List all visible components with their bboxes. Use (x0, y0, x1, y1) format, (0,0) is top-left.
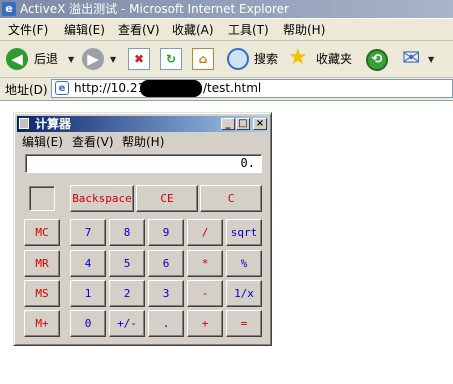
back-button[interactable]: ◀ 后退 ▼ (4, 47, 78, 71)
home-icon[interactable]: ⌂ (192, 48, 214, 70)
favorites-label: 收藏夹 (316, 52, 353, 66)
calculator-window: 计算器 _ □ × 编辑(E) 查看(V) 帮助(H) 0. Backspace… (13, 112, 272, 346)
key-percent[interactable]: % (226, 250, 262, 277)
history-icon[interactable]: ⟲ (366, 49, 388, 71)
address-label: 地址(D) (5, 83, 48, 97)
forward-button[interactable]: ▶ ▼ (80, 47, 120, 71)
key-7[interactable]: 7 (70, 219, 106, 246)
mail-dropdown-icon[interactable]: ▼ (428, 55, 434, 64)
key-sqrt[interactable]: sqrt (226, 219, 262, 246)
key-reciprocal[interactable]: 1/x (226, 280, 262, 307)
key-negate[interactable]: +/- (109, 310, 145, 337)
key-equals[interactable]: = (226, 310, 262, 337)
address-input[interactable]: e http://10.21 /test.html (51, 79, 453, 98)
calc-menu-view[interactable]: 查看(V) (72, 135, 114, 149)
key-subtract[interactable]: - (187, 280, 223, 307)
back-arrow-icon: ◀ (6, 48, 28, 70)
backspace-button[interactable]: Backspace (70, 185, 134, 212)
key-1[interactable]: 1 (70, 280, 106, 307)
address-bar: 地址(D) e http://10.21 /test.html (0, 78, 453, 101)
memory-add-button[interactable]: M+ (24, 310, 60, 337)
search-label: 搜索 (254, 52, 279, 66)
key-5[interactable]: 5 (109, 250, 145, 277)
memory-clear-button[interactable]: MC (24, 219, 60, 246)
forward-dropdown-icon[interactable]: ▼ (110, 55, 116, 64)
forward-arrow-icon: ▶ (82, 48, 104, 70)
mail-icon: ✉ (402, 46, 421, 71)
menubar: 文件(F) 编辑(E) 查看(V) 收藏(A) 工具(T) 帮助(H) (0, 19, 453, 41)
menu-view[interactable]: 查看(V) (118, 22, 160, 38)
search-magnifier-icon (227, 48, 249, 70)
key-decimal[interactable]: . (148, 310, 184, 337)
key-4[interactable]: 4 (70, 250, 106, 277)
menu-tools[interactable]: 工具(T) (228, 22, 269, 38)
window-titlebar: e ActiveX 溢出测试 - Microsoft Internet Expl… (0, 0, 453, 18)
refresh-icon[interactable]: ↻ (160, 48, 182, 70)
maximize-button[interactable]: □ (236, 118, 250, 130)
key-9[interactable]: 9 (148, 219, 184, 246)
key-8[interactable]: 8 (109, 219, 145, 246)
minimize-button[interactable]: _ (221, 118, 235, 130)
page-icon: e (55, 81, 69, 95)
c-button[interactable]: C (200, 185, 262, 212)
address-redaction (140, 80, 202, 97)
address-url-end: /test.html (203, 81, 262, 95)
menu-edit[interactable]: 编辑(E) (64, 22, 105, 38)
window-title: ActiveX 溢出测试 - Microsoft Internet Explor… (20, 2, 289, 16)
address-url-start: http://10.21 (74, 81, 146, 95)
key-2[interactable]: 2 (109, 280, 145, 307)
menu-file[interactable]: 文件(F) (8, 22, 48, 38)
key-divide[interactable]: / (187, 219, 223, 246)
favorites-button[interactable]: ★ 收藏夹 (288, 45, 358, 71)
favorites-star-icon: ★ (288, 45, 308, 70)
memory-store-button[interactable]: MS (24, 280, 60, 307)
key-0[interactable]: 0 (70, 310, 106, 337)
stop-icon[interactable]: ✖ (128, 48, 150, 70)
close-button[interactable]: × (253, 118, 267, 130)
calculator-display: 0. (25, 154, 262, 173)
key-add[interactable]: + (187, 310, 223, 337)
standard-toolbar: ◀ 后退 ▼ ▶ ▼ ✖ ↻ ⌂ 搜索 ★ 收藏夹 ⟲ ✉ ▼ (0, 41, 453, 78)
calc-menu-edit[interactable]: 编辑(E) (22, 135, 63, 149)
calculator-app-icon (19, 118, 29, 129)
calc-menu-help[interactable]: 帮助(H) (122, 135, 164, 149)
key-6[interactable]: 6 (148, 250, 184, 277)
calculator-titlebar: 计算器 _ □ × (17, 116, 268, 132)
calculator-title: 计算器 (35, 117, 72, 131)
search-button[interactable]: 搜索 (226, 47, 284, 71)
ce-button[interactable]: CE (136, 185, 198, 212)
menu-favorites[interactable]: 收藏(A) (172, 22, 214, 38)
ie-app-icon: e (2, 2, 16, 16)
back-label: 后退 (34, 52, 59, 66)
key-multiply[interactable]: * (187, 250, 223, 277)
mail-button[interactable]: ✉ ▼ (402, 46, 442, 71)
key-3[interactable]: 3 (148, 280, 184, 307)
memory-recall-button[interactable]: MR (24, 250, 60, 277)
menu-help[interactable]: 帮助(H) (283, 22, 325, 38)
memory-indicator (29, 186, 55, 211)
back-dropdown-icon[interactable]: ▼ (68, 55, 74, 64)
